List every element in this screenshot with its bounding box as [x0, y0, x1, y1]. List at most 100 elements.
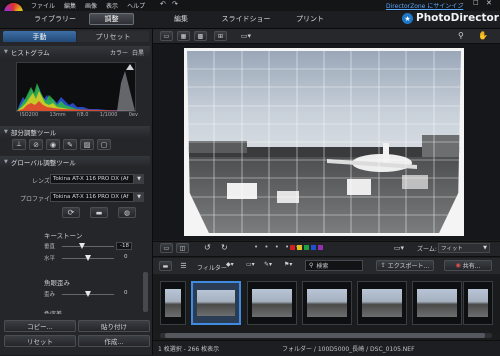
- filmstrip-thumbnail[interactable]: [160, 281, 186, 325]
- camera-body-icon[interactable]: ▬: [90, 207, 108, 218]
- filmstrip-thumbnail[interactable]: [412, 281, 462, 325]
- menu-edit[interactable]: 編集: [64, 1, 76, 10]
- redo-icon[interactable]: ↷: [172, 1, 178, 8]
- multi-view-icon[interactable]: ▩: [194, 31, 207, 41]
- radial-filter-icon[interactable]: ▢: [97, 139, 111, 150]
- distortion-label: 歪み: [44, 292, 56, 298]
- color-label-green[interactable]: [304, 245, 309, 250]
- print-tab[interactable]: プリント: [290, 13, 330, 25]
- compare-view-icon[interactable]: ▭: [160, 31, 173, 41]
- crop-icon[interactable]: ⟂: [12, 139, 26, 150]
- filter-type-icon[interactable]: ◆▾: [226, 262, 234, 268]
- histogram-bw-option[interactable]: 白黒: [132, 48, 144, 57]
- tab-manual[interactable]: 手動: [3, 31, 76, 42]
- filter-label[interactable]: フィルター: [197, 263, 227, 272]
- histogram-color-option[interactable]: カラー: [110, 48, 128, 57]
- display-menu-icon[interactable]: ▭▾: [238, 31, 254, 41]
- zoom-label: ズーム:: [417, 246, 437, 253]
- copy-button[interactable]: コピー...: [4, 320, 76, 332]
- partial-tools-header[interactable]: ▼ 部分調整ツール: [0, 126, 150, 137]
- filmstrip-thumbnail[interactable]: [357, 281, 407, 325]
- exif-focal: 13mm: [49, 112, 66, 118]
- global-tools-title: グローバル調整ツール: [10, 158, 76, 167]
- menu-image[interactable]: 画像: [85, 1, 97, 10]
- rotate-icon[interactable]: ⟳: [62, 207, 80, 218]
- list-view-icon[interactable]: ☰: [177, 261, 190, 271]
- brush-icon[interactable]: ✎: [63, 139, 77, 150]
- vertical-slider-handle[interactable]: [79, 243, 85, 249]
- tab-preset[interactable]: プリセット: [77, 31, 149, 42]
- slideshow-tab[interactable]: スライドショー: [216, 13, 276, 25]
- left-panel-scrollbar[interactable]: [143, 272, 148, 312]
- collapse-triangle-icon: ▼: [4, 128, 8, 135]
- close-icon[interactable]: ✕: [486, 0, 492, 7]
- exif-iso: ISO200: [20, 112, 39, 118]
- paste-button[interactable]: 貼り付け: [78, 320, 150, 332]
- filter-flag-icon[interactable]: ⚑▾: [284, 262, 292, 268]
- filmstrip-scrollbar-thumb[interactable]: [165, 333, 485, 338]
- menu-view[interactable]: 表示: [106, 1, 118, 10]
- export-button[interactable]: ⇪ エクスポート...: [376, 260, 434, 271]
- maximize-icon[interactable]: □: [473, 0, 479, 6]
- filmstrip-thumbnail-selected[interactable]: [191, 281, 241, 325]
- library-tab[interactable]: ライブラリー: [30, 13, 80, 25]
- lens-action-buttons: ⟳ ▬ ◍: [62, 207, 136, 218]
- vertical-value-text: -18: [120, 243, 129, 249]
- share-button[interactable]: ◉ 共有...: [444, 260, 492, 271]
- distortion-slider-handle[interactable]: [85, 291, 91, 297]
- filter-rating-icon[interactable]: ▭▾: [246, 262, 255, 268]
- create-button[interactable]: 作成...: [78, 335, 150, 347]
- search-input[interactable]: ⚲ 検索: [305, 260, 363, 271]
- lens-dropdown-arrow-icon[interactable]: ▼: [134, 174, 144, 184]
- clipping-warning-icon[interactable]: [126, 64, 134, 70]
- horizontal-label: 水平: [44, 256, 56, 262]
- grid-view-icon[interactable]: ▦: [177, 31, 190, 41]
- horizontal-slider-handle[interactable]: [85, 255, 91, 261]
- screen-mode-icon[interactable]: ▭▾: [392, 243, 406, 253]
- signin-link[interactable]: DirectorZone にサインイン: [386, 1, 463, 10]
- exif-aperture: f/8.0: [77, 112, 89, 118]
- gradient-icon[interactable]: ▨: [80, 139, 94, 150]
- horizontal-value[interactable]: 0: [124, 254, 128, 260]
- color-label-blue[interactable]: [311, 245, 316, 250]
- hand-tool-icon[interactable]: ✋: [478, 32, 488, 40]
- color-label-yellow[interactable]: [297, 245, 302, 250]
- magnifier-icon[interactable]: ⚲: [458, 32, 464, 40]
- vertical-value[interactable]: -18: [116, 242, 132, 250]
- filmstrip-view-icon[interactable]: ▬: [159, 261, 172, 271]
- rotate-right-icon[interactable]: ↻: [221, 244, 228, 252]
- before-after-icon[interactable]: ◫: [176, 243, 189, 253]
- thumbnail-size-icon[interactable]: ⊞: [214, 31, 227, 41]
- profile-dropdown[interactable]: Tokina AT-X 116 PRO DX (Af: [50, 192, 134, 202]
- vertical-slider[interactable]: [62, 246, 114, 247]
- vertical-label: 垂直: [44, 244, 56, 250]
- filmstrip-thumbnail[interactable]: [302, 281, 352, 325]
- spot-removal-icon[interactable]: ⊘: [29, 139, 43, 150]
- filmstrip-thumbnail[interactable]: [247, 281, 297, 325]
- profile-dropdown-arrow-icon[interactable]: ▼: [134, 192, 144, 202]
- reset-button[interactable]: リセット: [4, 335, 76, 347]
- single-view-icon[interactable]: ▭: [160, 243, 173, 253]
- menu-file[interactable]: ファイル: [31, 1, 55, 10]
- undo-icon[interactable]: ↶: [160, 1, 166, 8]
- red-eye-icon[interactable]: ◉: [46, 139, 60, 150]
- menu-help[interactable]: ヘルプ: [127, 1, 145, 10]
- brand-logo-icon: ★: [402, 13, 413, 24]
- search-placeholder: 検索: [316, 263, 329, 270]
- lens-value: Tokina AT-X 116 PRO DX (Af: [53, 176, 129, 182]
- rotate-left-icon[interactable]: ↺: [204, 244, 211, 252]
- minimize-icon[interactable]: –: [460, 0, 464, 7]
- lens-icon[interactable]: ◍: [118, 207, 136, 218]
- distortion-value[interactable]: 0: [124, 290, 128, 296]
- photo-preview[interactable]: [187, 51, 461, 233]
- edit-tab[interactable]: 編集: [166, 13, 196, 25]
- zoom-dropdown[interactable]: フィット ▼: [438, 243, 490, 253]
- color-label-red[interactable]: [290, 245, 295, 250]
- search-icon: ⚲: [309, 262, 314, 269]
- lens-dropdown[interactable]: Tokina AT-X 116 PRO DX (Af: [50, 174, 134, 184]
- filmstrip-thumbnail[interactable]: [463, 281, 493, 325]
- filter-edit-icon[interactable]: ✎▾: [264, 262, 272, 268]
- color-label-purple[interactable]: [318, 245, 323, 250]
- adjust-tab[interactable]: 調整: [89, 13, 134, 25]
- global-tools-header[interactable]: ▼ グローバル調整ツール: [0, 156, 150, 167]
